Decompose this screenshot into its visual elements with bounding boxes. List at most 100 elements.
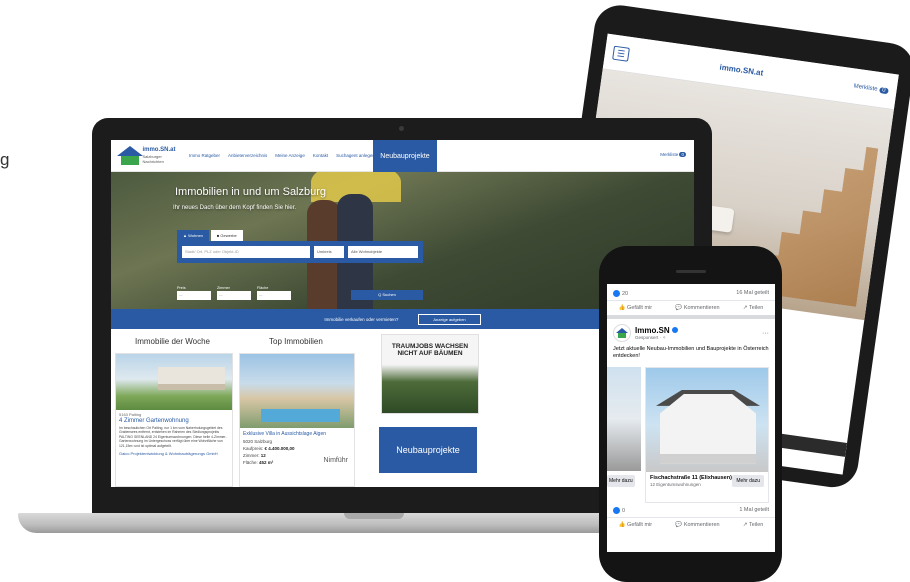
logo-title: immo.SN.at [142,146,176,153]
carousel-card[interactable]: Fischachstraße 11 (Elixhausen) 12 Eigent… [645,366,769,503]
filter-rooms: Zimmer — [217,286,251,300]
area-label: Fläche: [243,460,258,465]
rooms-select[interactable]: — [217,291,251,300]
comment-label: Kommentieren [683,521,720,528]
search-row: Stadt/ Ort, PLZ oder Objekt-ID Umkreis A… [177,241,423,263]
post-actions-top: 👍 Gefällt mir 💬 Kommentieren ↗ Teilen [607,301,775,319]
section-title-week: Immobilie der Woche [135,337,210,346]
merkliste-badge: 0 [679,152,686,157]
house-logo-icon [117,145,143,166]
likes-bottom-count: 0 [622,507,626,514]
house-image [646,367,768,472]
post-stats-bottom: 0 1 Mal geteilt [607,503,775,518]
company-logo: Gaico Projektentwicklung & Wohnbauträger… [119,451,218,457]
search-tabs: ▲ Wohnen ■ Gewerbe [177,230,423,241]
area-value: 452 m² [259,460,274,465]
share-button[interactable]: ↗ Teilen [743,522,763,528]
rooms-label: Zimmer: [243,453,260,458]
listing-title[interactable]: 4 Zimmer Gartenwohnung [116,417,232,425]
share-label: Teilen [748,521,764,528]
mehr-dazu-button[interactable]: Mehr dazu [732,474,764,487]
merkliste-link[interactable]: Merkliste 0 [660,152,686,157]
nav-item-neubauprojekte[interactable]: Neubauprojekte [373,140,437,172]
ad-carousel: Mehr dazu Fischachstraße 11 (Elixhausen)… [607,366,775,503]
anzeige-aufgeben-button[interactable]: Anzeige aufgeben [418,313,481,325]
like-button[interactable]: 👍 Gefällt mir [619,305,652,311]
shares-top[interactable]: 16 Mal geteilt [736,290,769,297]
nav-item-anbieter[interactable]: Anbieterverzeichnis [228,153,267,158]
tablet-merkliste[interactable]: Merkliste 0 [853,83,889,94]
post-actions-bottom: 👍 Gefällt mir 💬 Kommentieren ↗ Teilen [607,518,775,532]
villa-price: Kaufpreis: € 4.400.000,00 [240,445,354,452]
likes-top: 20 [613,290,628,297]
post-header: Immo.SN Gesponsert · ✧ ··· [607,319,775,344]
page-avatar[interactable] [613,324,631,342]
menu-icon[interactable]: ☰ [612,45,630,62]
listing-image [116,354,232,410]
cta-text: Immobilie verkaufen oder vermieten? [324,316,399,322]
site-logo[interactable]: immo.SN.at Salzburger Nachrichten [111,145,177,166]
like-icon [613,506,620,514]
jobs-ad-banner[interactable]: TRAUMJOBS WACHSEN NICHT AUF BÄUMEN [381,334,479,414]
hero-subtitle: Ihr neues Dach über dem Kopf finden Sie … [173,205,297,211]
share-button[interactable]: ↗ Teilen [743,305,763,311]
comment-button[interactable]: 💬 Kommentieren [675,305,719,311]
logo-subtitle: Salzburger Nachrichten [142,154,164,165]
rooms-value: 12 [260,453,266,458]
price-select[interactable]: — [177,291,211,300]
carousel-card-footer: Fischachstraße 11 (Elixhausen) 12 Eigent… [646,472,768,490]
filter-area: Fläche — [257,286,291,300]
tab-gewerbe[interactable]: ■ Gewerbe [210,230,243,241]
filter-label: Zimmer [217,286,230,290]
speaker-icon [676,270,706,273]
prev-mehr-dazu-button[interactable]: Mehr dazu [607,474,635,487]
phone-screen: 20 16 Mal geteilt 👍 Gefällt mir 💬 Kommen… [607,284,775,552]
camera-icon [399,126,404,131]
merkliste-label: Merkliste [660,152,679,157]
section-title-top: Top Immobilien [269,337,323,346]
listing-description: Im beschaulichen Ort Palting, nur 1 km v… [119,426,227,448]
tab-wohnen[interactable]: ▲ Wohnen [177,230,209,241]
page-name[interactable]: Immo.SN [635,326,678,335]
villa-title[interactable]: Exklusive Villa in Aussichtslage Aigen [240,428,354,438]
carousel-card-subtitle: 12 Eigentumswohnungen [650,481,701,487]
top-listing-card[interactable]: Exklusive Villa in Aussichtslage Aigen 5… [239,353,355,487]
sponsored-label: Gesponsert · ✧ [635,334,667,340]
search-filters: Preis — Zimmer — Fläche — Q Suchen [177,286,423,300]
comment-button[interactable]: 💬 Kommentieren [675,522,719,528]
radius-select[interactable]: Umkreis [314,246,344,258]
page-name-text: Immo.SN [635,325,670,335]
search-button[interactable]: Q Suchen [351,290,423,300]
nav-item-ratgeber[interactable]: Immo Ratgeber [189,153,220,158]
nav-item-anzeige[interactable]: Meine Anzeige [275,153,305,158]
price-value: € 4.400.000,00 [264,446,295,451]
more-options-icon[interactable]: ··· [762,330,769,337]
comment-label: Kommentieren [683,305,720,311]
likes-count: 20 [622,290,629,297]
laptop-notch [344,513,404,519]
nav-item-suchagent[interactable]: Suchagent anlegen [336,153,375,158]
nav-item-kontakt[interactable]: Kontakt [313,153,328,158]
verified-icon [671,326,678,333]
nav-menu: Immo Ratgeber Anbieterverzeichnis Meine … [189,153,375,158]
week-listing-card[interactable]: 5163 Palting 4 Zimmer Gartenwohnung Im b… [115,353,233,487]
carousel-prev-image[interactable] [607,366,641,471]
neubauprojekte-ad-banner[interactable]: Neubauprojekte [379,427,477,473]
likes-bottom: 0 [613,506,626,514]
price-label: Kaufpreis: [243,446,264,451]
villa-location: 5020 Salzburg [243,439,273,444]
listing-location: 5163 Palting [119,412,142,417]
post-stats-top: 20 16 Mal geteilt [607,284,775,301]
shares-bottom[interactable]: 1 Mal geteilt [739,507,769,514]
tablet-logo[interactable]: immo.SN.at [719,63,764,78]
carousel-card-title: Fischachstraße 11 (Elixhausen) [650,475,732,482]
stage: g ☰ immo.SN.at Merkliste 0 des Areal "Le… [0,0,910,582]
like-button[interactable]: 👍 Gefällt mir [619,522,652,528]
filter-label: Fläche [257,286,269,290]
search-input[interactable]: Stadt/ Ort, PLZ oder Objekt-ID [182,246,310,258]
area-select[interactable]: — [257,291,291,300]
type-select[interactable]: Alle Wohnobjekte [348,246,418,258]
villa-image [240,354,354,428]
edge-text: g [0,150,10,169]
like-icon [613,290,620,297]
